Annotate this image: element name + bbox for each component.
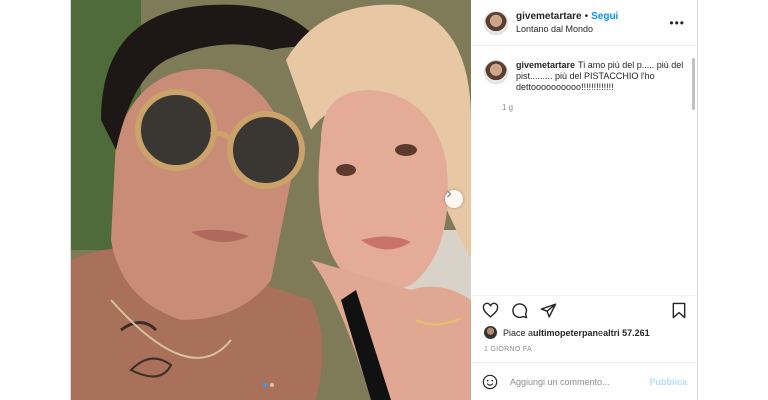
instagram-post: givemetartare • Segui Lontano dal Mondo ••… — [70, 0, 698, 400]
caption: givemetartare Ti amo più del p..... più d… — [472, 46, 697, 93]
comments-scrollbar[interactable] — [692, 58, 695, 110]
liker-avatar[interactable] — [484, 326, 497, 339]
liker-username[interactable]: ultimopeterpan — [533, 328, 598, 338]
more-options-icon[interactable]: ••• — [669, 17, 685, 29]
header-user-row: givemetartare • Segui — [516, 11, 669, 23]
likes-summary: Piace a ultimopeterpan e altri 57.261 — [484, 326, 650, 339]
comment-icon[interactable] — [511, 302, 528, 319]
caption-text: givemetartare Ti amo più del p..... più d… — [516, 60, 685, 93]
bookmark-icon[interactable] — [671, 302, 687, 319]
caption-avatar[interactable] — [484, 60, 508, 84]
post-photo[interactable] — [71, 0, 471, 400]
location-link[interactable]: Lontano dal Mondo — [516, 23, 669, 35]
heart-icon[interactable] — [482, 302, 499, 319]
avatar[interactable] — [484, 10, 508, 35]
separator: • — [584, 10, 589, 22]
post-date[interactable]: 1 GIORNO FA — [484, 346, 532, 353]
username-link[interactable]: givemetartare — [516, 11, 582, 22]
likes-prefix: Piace a — [503, 327, 534, 338]
carousel-indicator — [263, 383, 274, 387]
share-icon[interactable] — [540, 302, 557, 319]
post-header: givemetartare • Segui Lontano dal Mondo ••… — [472, 0, 697, 46]
carousel-dot — [270, 383, 274, 387]
caption-time: 1 g — [502, 103, 514, 112]
carousel-dot-active — [263, 383, 267, 387]
caption-username[interactable]: givemetartare — [516, 60, 575, 70]
chevron-right-icon — [447, 190, 452, 198]
post-sidebar: givemetartare • Segui Lontano dal Mondo ••… — [472, 0, 697, 400]
action-bar — [472, 295, 697, 325]
comment-bar: Pubblica — [472, 362, 697, 400]
post-header-text: givemetartare • Segui Lontano dal Mondo — [516, 11, 669, 35]
likes-count[interactable]: altri 57.261 — [603, 328, 650, 338]
couple-selfie-illustration — [71, 0, 471, 400]
follow-button[interactable]: Segui — [591, 11, 618, 22]
comment-input[interactable] — [508, 375, 650, 388]
carousel-next-button[interactable] — [445, 190, 463, 208]
publish-button[interactable]: Pubblica — [649, 377, 687, 387]
emoji-icon[interactable] — [482, 374, 498, 390]
